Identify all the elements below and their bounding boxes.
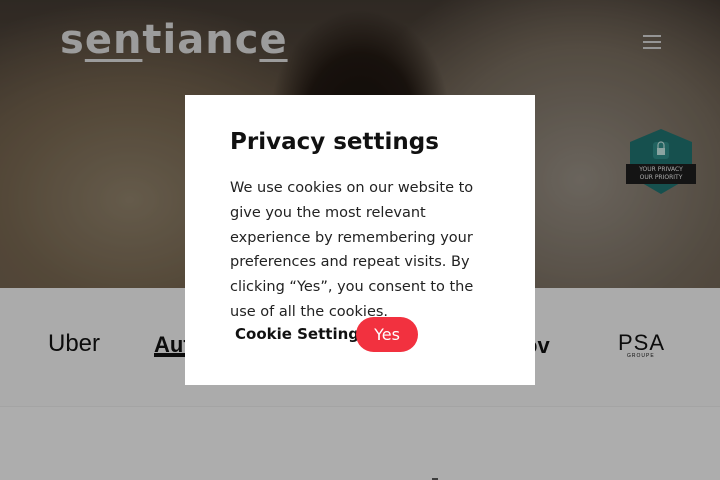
cookie-consent-dialog: Privacy settings We use cookies on our w… bbox=[185, 95, 535, 385]
accept-cookies-button[interactable]: Yes bbox=[356, 317, 418, 352]
dialog-body: We use cookies on our website to give yo… bbox=[230, 180, 474, 320]
cookie-settings-button[interactable]: Cookie Settings bbox=[235, 325, 368, 343]
dialog-title: Privacy settings bbox=[230, 129, 439, 155]
